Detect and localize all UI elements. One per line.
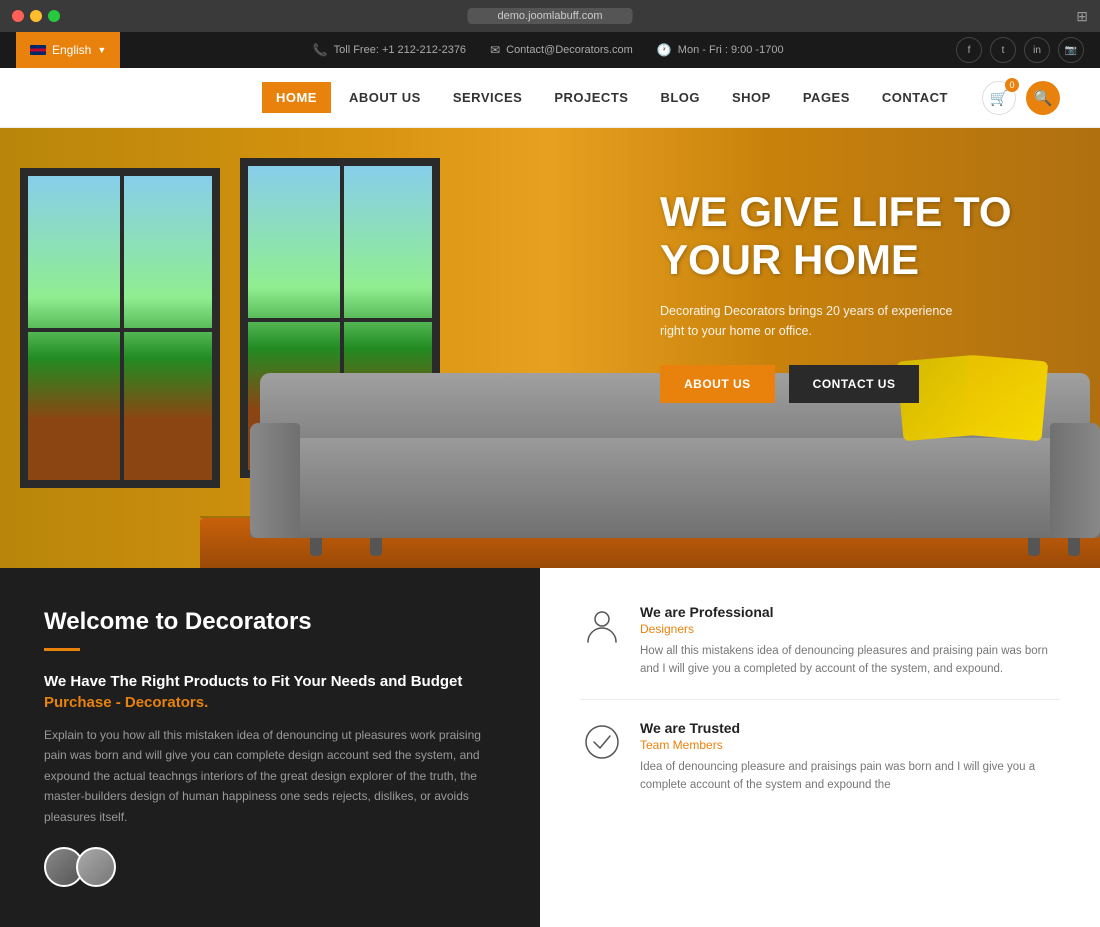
nav-about[interactable]: ABOUT US [335, 82, 435, 113]
sofa-leg-1 [310, 538, 322, 556]
about-section: Welcome to Decorators We Have The Right … [0, 568, 1100, 927]
sofa-leg-4 [1068, 538, 1080, 556]
feature-trusted-desc: Idea of denouncing pleasure and praising… [640, 758, 1060, 795]
sofa-arm-left [250, 423, 300, 538]
cart-button[interactable]: 🛒 0 [982, 81, 1016, 115]
business-hours: Mon - Fri : 9:00 -1700 [678, 44, 784, 56]
hours-info: 🕐 Mon - Fri : 9:00 -1700 [657, 43, 784, 57]
cart-badge: 0 [1005, 78, 1019, 92]
about-body: Explain to you how all this mistaken ide… [44, 725, 496, 827]
person-icon [582, 606, 622, 646]
top-bar-info: 📞 Toll Free: +1 212-212-2376 ✉ Contact@D… [140, 43, 956, 57]
email-icon: ✉ [490, 43, 500, 57]
sofa-leg-3 [1028, 538, 1040, 556]
feature-professional-title: We are Professional [640, 604, 1060, 620]
feature-trusted: We are Trusted Team Members Idea of deno… [580, 720, 1060, 795]
sofa-body [250, 438, 1100, 538]
about-avatar-row [44, 847, 496, 887]
checkmark-icon [582, 722, 622, 762]
feature-trusted-sub: Team Members [640, 738, 1060, 752]
twitter-icon[interactable]: t [990, 37, 1016, 63]
feature-professional-desc: How all this mistakens idea of denouncin… [640, 642, 1060, 679]
about-subtitle-link[interactable]: Purchase - Decorators. [44, 694, 208, 711]
language-label: English [52, 43, 91, 57]
phone-icon: 📞 [313, 43, 328, 57]
feature-professional-content: We are Professional Designers How all th… [640, 604, 1060, 679]
feature-divider [580, 699, 1060, 700]
nav-actions: 🛒 0 🔍 [982, 81, 1060, 115]
sofa-arm-right [1050, 423, 1100, 538]
browser-dot-yellow[interactable] [30, 10, 42, 22]
nav-links: HOME ABOUT US SERVICES PROJECTS BLOG SHO… [262, 89, 962, 107]
hero-buttons: ABOUT US CONTACT US [660, 365, 1040, 403]
browser-url: demo.joomlabuff.com [468, 8, 633, 24]
search-button[interactable]: 🔍 [1026, 81, 1060, 115]
chevron-down-icon: ▼ [97, 45, 106, 55]
facebook-icon[interactable]: f [956, 37, 982, 63]
hero-subtitle: Decorating Decorators brings 20 years of… [660, 301, 960, 341]
hero-title-line2: YOUR HOME [660, 236, 919, 283]
about-title: Welcome to Decorators [44, 608, 496, 636]
hero-section: WE GIVE LIFE TO YOUR HOME Decorating Dec… [0, 128, 1100, 568]
about-subtitle-text: We Have The Right Products to Fit Your N… [44, 673, 462, 690]
hero-title-line1: WE GIVE LIFE TO [660, 188, 1012, 235]
nav-pages[interactable]: PAGES [789, 82, 864, 113]
trusted-icon-wrap [580, 720, 624, 764]
nav-blog[interactable]: BLOG [646, 82, 714, 113]
about-left-panel: Welcome to Decorators We Have The Right … [0, 568, 540, 927]
about-subtitle: We Have The Right Products to Fit Your N… [44, 671, 496, 713]
nav-contact[interactable]: CONTACT [868, 82, 962, 113]
instagram-icon[interactable]: 📷 [1058, 37, 1084, 63]
navbar: HOME ABOUT US SERVICES PROJECTS BLOG SHO… [0, 68, 1100, 128]
browser-dot-green[interactable] [48, 10, 60, 22]
about-divider [44, 648, 80, 651]
sofa-leg-2 [370, 538, 382, 556]
browser-expand-icon[interactable]: ⊞ [1076, 8, 1088, 25]
email-address: Contact@Decorators.com [506, 44, 633, 56]
nav-shop[interactable]: SHOP [718, 82, 785, 113]
avatar-2 [76, 847, 116, 887]
top-bar: English ▼ 📞 Toll Free: +1 212-212-2376 ✉… [0, 32, 1100, 68]
linkedin-icon[interactable]: in [1024, 37, 1050, 63]
hero-title: WE GIVE LIFE TO YOUR HOME [660, 188, 1040, 285]
contact-us-button[interactable]: CONTACT US [789, 365, 920, 403]
search-icon: 🔍 [1034, 89, 1053, 107]
nav-projects[interactable]: PROJECTS [540, 82, 642, 113]
nav-home[interactable]: HOME [262, 82, 331, 113]
email-info: ✉ Contact@Decorators.com [490, 43, 633, 57]
flag-icon [30, 45, 46, 55]
browser-dot-red[interactable] [12, 10, 24, 22]
clock-icon: 🕐 [657, 43, 672, 57]
feature-professional: We are Professional Designers How all th… [580, 604, 1060, 679]
about-right-panel: We are Professional Designers How all th… [540, 568, 1100, 927]
feature-trusted-content: We are Trusted Team Members Idea of deno… [640, 720, 1060, 795]
nav-services[interactable]: SERVICES [439, 82, 537, 113]
phone-number: Toll Free: +1 212-212-2376 [334, 44, 466, 56]
social-links: f t in 📷 [956, 37, 1084, 63]
window-frame-left [20, 168, 220, 488]
phone-info: 📞 Toll Free: +1 212-212-2376 [313, 43, 466, 57]
hero-content: WE GIVE LIFE TO YOUR HOME Decorating Dec… [660, 188, 1040, 403]
browser-chrome: demo.joomlabuff.com ⊞ [0, 0, 1100, 32]
cart-icon: 🛒 [990, 89, 1009, 107]
language-button[interactable]: English ▼ [16, 32, 120, 68]
about-us-button[interactable]: ABOUT US [660, 365, 775, 403]
professional-icon-wrap [580, 604, 624, 648]
feature-professional-sub: Designers [640, 622, 1060, 636]
feature-trusted-title: We are Trusted [640, 720, 1060, 736]
